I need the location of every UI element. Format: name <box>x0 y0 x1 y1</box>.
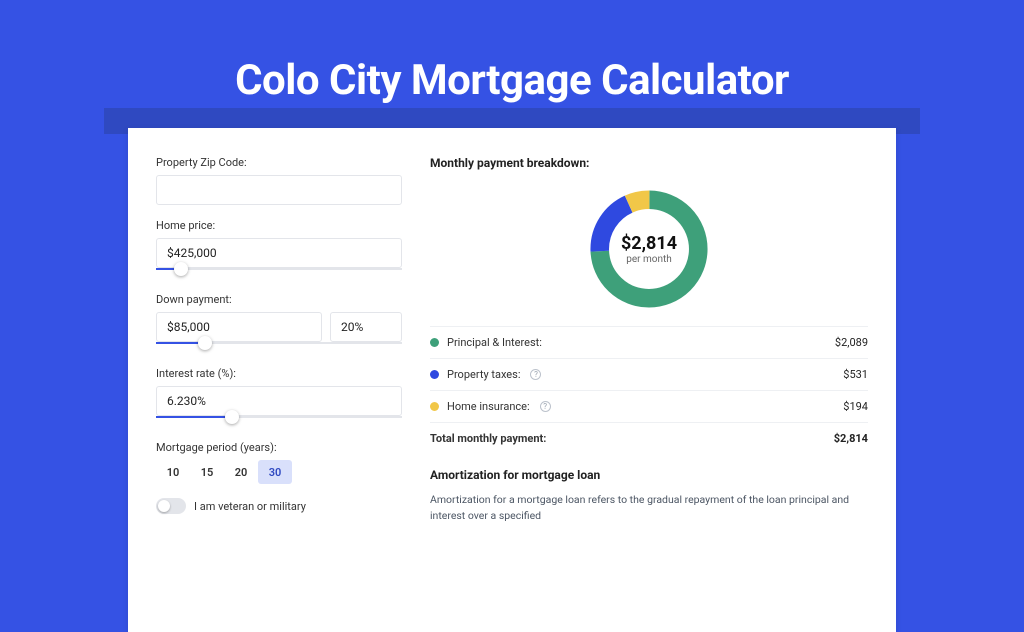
total-label: Total monthly payment: <box>430 432 546 445</box>
price-label: Home price: <box>156 219 402 232</box>
dot-icon <box>430 338 439 347</box>
calculator-card: Property Zip Code: Home price: Down paym… <box>128 128 896 632</box>
rate-input[interactable] <box>156 386 402 416</box>
period-option-20[interactable]: 20 <box>224 460 258 484</box>
price-slider-thumb[interactable] <box>174 262 188 276</box>
info-icon[interactable]: ? <box>530 369 541 380</box>
donut-amount: $2,814 <box>621 233 677 254</box>
legend-row-principal: Principal & Interest: $2,089 <box>430 326 868 358</box>
legend-row-insurance: Home insurance: ? $194 <box>430 390 868 422</box>
zip-group: Property Zip Code: <box>156 156 402 205</box>
down-group: Down payment: <box>156 293 402 353</box>
price-group: Home price: <box>156 219 402 279</box>
price-slider[interactable] <box>156 267 402 279</box>
rate-group: Interest rate (%): <box>156 367 402 427</box>
legend-value: $194 <box>843 400 868 413</box>
down-slider[interactable] <box>156 341 402 353</box>
veteran-label: I am veteran or military <box>194 500 306 513</box>
amort-text: Amortization for a mortgage loan refers … <box>430 492 868 524</box>
page-title: Colo City Mortgage Calculator <box>0 0 1024 105</box>
legend-row-total: Total monthly payment: $2,814 <box>430 422 868 454</box>
period-label: Mortgage period (years): <box>156 441 402 454</box>
donut-wrap: $2,814 per month <box>430 178 868 326</box>
amort-title: Amortization for mortgage loan <box>430 468 868 482</box>
rate-label: Interest rate (%): <box>156 367 402 380</box>
down-slider-thumb[interactable] <box>198 336 212 350</box>
down-label: Down payment: <box>156 293 402 306</box>
legend-label: Home insurance: <box>447 400 530 413</box>
breakdown-panel: Monthly payment breakdown: $2,814 per mo… <box>430 156 868 632</box>
info-icon[interactable]: ? <box>540 401 551 412</box>
rate-slider[interactable] <box>156 415 402 427</box>
legend-label: Principal & Interest: <box>447 336 542 349</box>
breakdown-title: Monthly payment breakdown: <box>430 156 868 170</box>
period-option-15[interactable]: 15 <box>190 460 224 484</box>
donut-center: $2,814 per month <box>584 184 714 314</box>
legend-row-taxes: Property taxes: ? $531 <box>430 358 868 390</box>
zip-label: Property Zip Code: <box>156 156 402 169</box>
donut-chart: $2,814 per month <box>584 184 714 314</box>
period-group: Mortgage period (years): 10 15 20 30 <box>156 441 402 484</box>
donut-sub: per month <box>626 254 672 265</box>
legend-label: Property taxes: <box>447 368 520 381</box>
period-option-10[interactable]: 10 <box>156 460 190 484</box>
legend-value: $531 <box>843 368 868 381</box>
down-pct-input[interactable] <box>330 312 402 342</box>
down-input[interactable] <box>156 312 322 342</box>
legend-value: $2,089 <box>835 336 868 349</box>
price-input[interactable] <box>156 238 402 268</box>
rate-slider-thumb[interactable] <box>225 410 239 424</box>
zip-input[interactable] <box>156 175 402 205</box>
dot-icon <box>430 402 439 411</box>
dot-icon <box>430 370 439 379</box>
period-option-30[interactable]: 30 <box>258 460 292 484</box>
form-panel: Property Zip Code: Home price: Down paym… <box>156 156 402 632</box>
total-value: $2,814 <box>834 432 868 445</box>
